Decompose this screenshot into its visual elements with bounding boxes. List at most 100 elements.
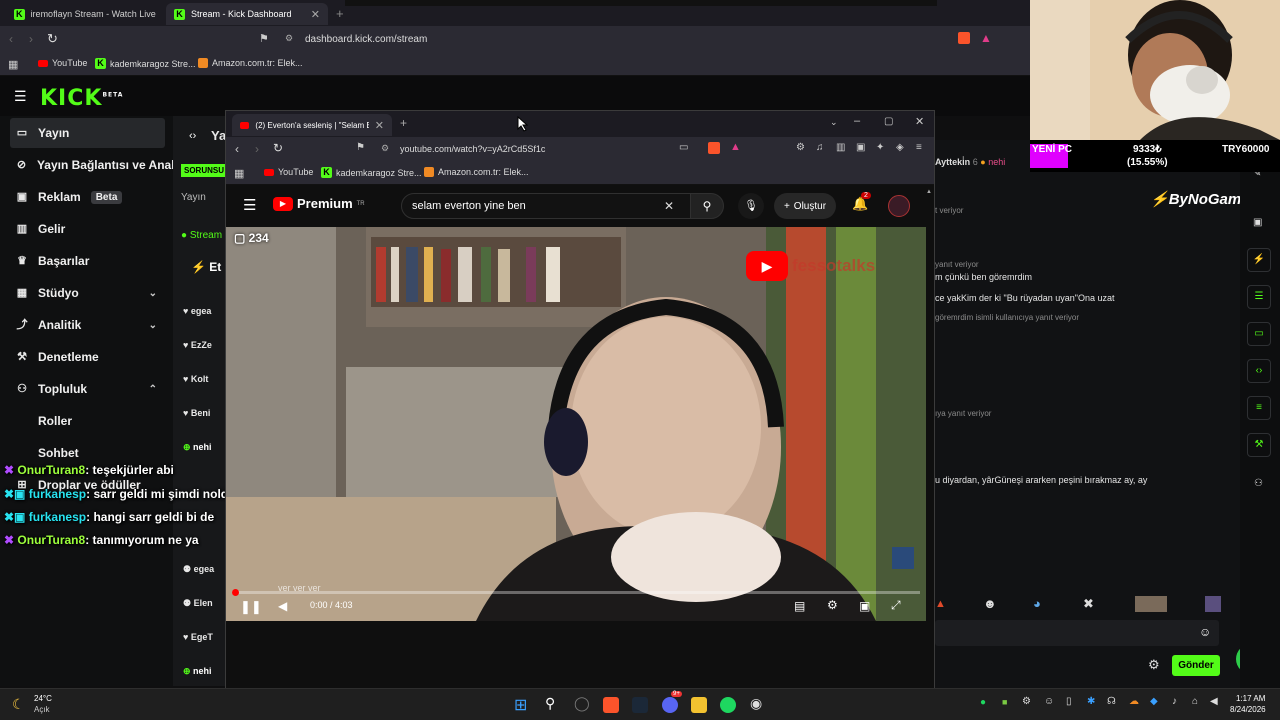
emote-icon[interactable]: ▲ — [935, 598, 946, 610]
file-explorer-icon[interactable] — [691, 697, 707, 713]
bookmark-youtube[interactable]: YouTube — [264, 167, 313, 177]
chevron-down-icon[interactable]: ⌄ — [830, 117, 838, 128]
mic-icon[interactable]: 🎙 — [738, 193, 764, 219]
bookmark-kademkaragoz[interactable]: K kademkaragoz Stre... — [321, 167, 422, 178]
sidebar-item-roller[interactable]: Roller — [10, 406, 165, 436]
weather-icon[interactable]: ☾ — [12, 696, 25, 713]
volume-icon[interactable]: ◀ — [278, 599, 287, 613]
maximize-icon[interactable]: ▢ — [884, 116, 893, 127]
emote-icon[interactable] — [1205, 596, 1221, 612]
sidebar-item-basarilar[interactable]: ♛ Başarılar — [10, 246, 165, 276]
send-button[interactable]: Gönder — [1172, 655, 1220, 676]
spotify-icon[interactable] — [720, 697, 736, 713]
progress-handle[interactable] — [232, 589, 239, 596]
address-bar[interactable]: youtube.com/watch?v=yA2rCd5Sf1c — [400, 144, 545, 154]
search-icon[interactable]: ⚲ — [545, 695, 555, 712]
tab-kick-watch[interactable]: K iremoflayn Stream - Watch Live o — [6, 3, 166, 25]
menu-icon[interactable]: ☰ — [14, 88, 27, 105]
brave-shield-icon[interactable] — [708, 142, 720, 154]
youtube-premium-logo[interactable]: ▶ Premium TR — [273, 196, 365, 211]
bookmark-kademkaragoz[interactable]: K kademkaragoz Stre... — [95, 58, 196, 69]
settings-icon[interactable]: ⚙ — [827, 598, 838, 612]
tray-bluetooth-icon[interactable]: ✱ — [1087, 696, 1095, 707]
cast-icon[interactable]: ▭ — [679, 142, 688, 153]
sidebar-item-yayin[interactable]: ▭ Yayın — [10, 118, 165, 148]
site-info-icon[interactable]: ⚙ — [285, 33, 293, 44]
create-button[interactable]: + Oluştur — [774, 193, 836, 219]
tray-volume-icon[interactable]: ◀ — [1210, 696, 1218, 707]
address-bar[interactable]: dashboard.kick.com/stream — [305, 34, 427, 45]
music-icon[interactable]: ♫ — [816, 142, 824, 153]
clock-date[interactable]: 8/24/2026 — [1230, 705, 1266, 714]
emote-icon[interactable]: ☻ — [983, 596, 997, 611]
tray-cloud-icon[interactable]: ☁ — [1129, 696, 1139, 707]
clock-time[interactable]: 1:17 AM — [1236, 694, 1265, 703]
scrollbar-up-icon[interactable]: ▲ — [926, 189, 932, 219]
list-icon[interactable]: ☰ — [1247, 285, 1271, 309]
close-tab-icon[interactable]: ✕ — [375, 119, 384, 132]
sidebar-item-denetleme[interactable]: ⚒ Denetleme — [10, 342, 165, 372]
discord-icon[interactable] — [662, 697, 678, 713]
avatar[interactable] — [888, 195, 910, 217]
wallet-icon[interactable]: ▣ — [856, 142, 865, 153]
video-player[interactable]: ▢ 234 ▶ fessotalks ver ver ver ❚❚ ◀ 0:00… — [226, 227, 926, 621]
close-window-icon[interactable]: ✕ — [915, 115, 924, 128]
new-tab-icon[interactable]: + — [336, 6, 344, 21]
clear-search-icon[interactable]: ✕ — [664, 199, 674, 213]
new-tab-icon[interactable]: + — [400, 116, 407, 130]
forward-icon[interactable]: › — [255, 142, 259, 156]
tray-app-icon[interactable]: ◆ — [1150, 696, 1158, 707]
chat-icon[interactable]: ▭ — [1247, 322, 1271, 346]
back-icon[interactable]: ‹ — [235, 142, 239, 156]
sidebar-item-analitik[interactable]: ⤴ Analitik ⌄ — [10, 310, 165, 340]
pause-icon[interactable]: ❚❚ — [240, 599, 262, 615]
stack-icon[interactable]: ≡ — [1247, 396, 1271, 420]
apps-grid-icon[interactable]: ▦ — [234, 167, 244, 180]
reload-icon[interactable]: ↻ — [47, 31, 58, 47]
progress-bar[interactable] — [232, 589, 920, 596]
steam-icon[interactable] — [632, 697, 648, 713]
tray-mic-icon[interactable]: ♪ — [1172, 696, 1177, 707]
bookmark-amazon[interactable]: Amazon.com.tr: Elek... — [424, 167, 529, 177]
extensions-icon[interactable]: ⚙ — [796, 142, 805, 153]
bookmark-youtube[interactable]: YouTube — [38, 58, 87, 68]
search-button[interactable]: ⚲ — [690, 193, 724, 219]
task-view-icon[interactable]: ◯ — [574, 695, 590, 712]
sidebar-item-stream-key[interactable]: ⊘ Yayın Bağlantısı ve Anahtar — [10, 150, 180, 180]
emote-icon[interactable]: ◕ — [1033, 596, 1041, 611]
sidebar-item-studyo[interactable]: ▦ Stüdyo ⌄ — [10, 278, 165, 308]
windows-start-icon[interactable]: ⊞ — [514, 695, 527, 715]
emoji-icon[interactable]: ☺ — [1199, 625, 1211, 639]
brave-browser-icon[interactable] — [603, 697, 619, 713]
hamburger-icon[interactable]: ☰ — [243, 196, 256, 214]
obs-icon[interactable]: ◉ — [750, 695, 762, 712]
apps-grid-icon[interactable]: ▦ — [8, 58, 18, 71]
tray-usb-icon[interactable]: ▯ — [1066, 696, 1072, 707]
users-icon[interactable]: ⚇ — [1254, 478, 1263, 489]
brave-rewards-icon[interactable]: ▲ — [730, 141, 741, 153]
vpn-icon[interactable]: ◈ — [896, 142, 904, 153]
tab-youtube-video[interactable]: (2) Everton'a sesleniş | "Selam Ev ✕ — [232, 114, 392, 136]
fullscreen-icon[interactable]: ⤢ — [891, 598, 901, 613]
chat-input[interactable]: ☺ — [935, 620, 1219, 646]
tab-kick-dashboard[interactable]: K Stream - Kick Dashboard ✕ — [166, 3, 328, 25]
brave-rewards-icon[interactable]: ▲ — [980, 31, 992, 45]
save-icon[interactable]: ▣ — [1253, 217, 1262, 228]
sidebar-item-reklam[interactable]: ▣ Reklam Beta — [10, 182, 165, 212]
menu-icon[interactable]: ≡ — [916, 142, 922, 153]
lightning-icon[interactable]: ⚡ — [1247, 248, 1271, 272]
forward-icon[interactable]: › — [29, 32, 33, 46]
hammer-icon[interactable]: ⚒ — [1247, 433, 1271, 457]
settings-icon[interactable]: ⚙ — [1148, 657, 1160, 673]
tray-discord-icon[interactable]: ☺ — [1044, 696, 1054, 707]
emote-icon[interactable] — [1135, 596, 1167, 612]
tray-nvidia-icon[interactable]: ■ — [1002, 697, 1007, 707]
code-icon[interactable]: ‹› — [1247, 359, 1271, 383]
minimize-icon[interactable]: – — [854, 115, 860, 127]
back-arrow-icon[interactable]: ‹› — [189, 130, 196, 142]
tray-spotify-icon[interactable]: ● — [980, 697, 986, 708]
miniplayer-icon[interactable]: ▣ — [859, 599, 870, 613]
channel-branding-icon[interactable] — [892, 547, 914, 569]
kick-logo[interactable]: KICKBETA — [40, 86, 123, 111]
subtitles-icon[interactable]: ▤ — [794, 599, 805, 613]
